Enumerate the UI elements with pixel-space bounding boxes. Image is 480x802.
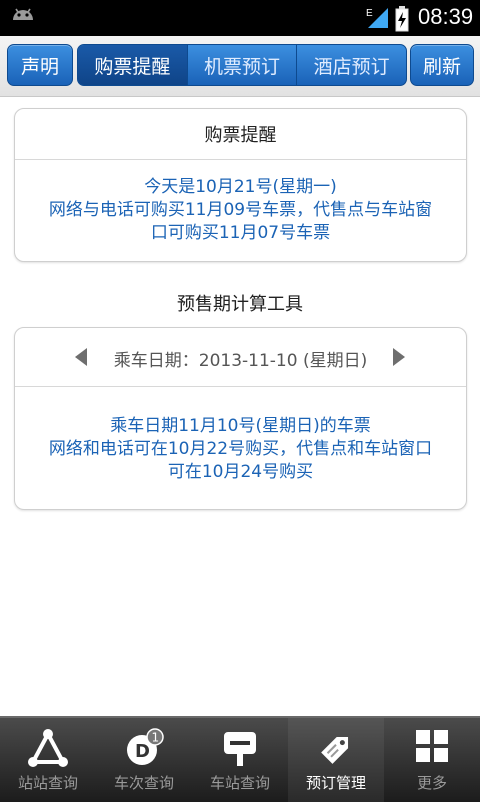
tab-ticket-reminder[interactable]: 购票提醒 xyxy=(78,45,187,85)
top-toolbar: 声明 购票提醒 机票预订 酒店预订 刷新 xyxy=(0,36,480,97)
nav-label: 车次查询 xyxy=(113,774,174,792)
route-triangle-icon xyxy=(28,729,68,767)
bottom-nav: 站站查询 D 1 车次查询 车站查询 预订管理 更多 xyxy=(0,716,480,802)
nav-label: 预订管理 xyxy=(305,774,366,792)
ticket-tag-icon xyxy=(321,736,349,764)
svg-text:1: 1 xyxy=(152,731,160,745)
reminder-line-today: 今天是10月21号(星期一) xyxy=(144,177,337,197)
clock: 08:39 xyxy=(418,4,474,29)
next-date-arrow-icon[interactable] xyxy=(393,348,405,366)
train-number-icon: D 1 xyxy=(127,728,164,765)
grid-icon xyxy=(416,730,448,762)
disclaimer-button[interactable]: 声明 xyxy=(7,44,73,86)
reminder-line-online: 网络与电话可购买11月09号车票，代售点与车站窗 xyxy=(48,200,433,220)
nav-station-query[interactable]: 车站查询 xyxy=(192,718,288,802)
battery-icon xyxy=(395,6,409,32)
date-selector: 乘车日期：2013-11-10 (星期日) xyxy=(15,328,466,387)
status-bar: E 08:39 xyxy=(0,0,480,36)
reminder-card: 购票提醒 今天是10月21号(星期一) 网络与电话可购买11月09号车票，代售点… xyxy=(14,108,467,262)
calc-line-window: 可在10月24号购买 xyxy=(167,462,314,482)
svg-text:D: D xyxy=(135,741,150,762)
nav-booking-management[interactable]: 预订管理 xyxy=(288,718,384,802)
tab-flight-booking[interactable]: 机票预订 xyxy=(186,45,297,85)
nav-more[interactable]: 更多 xyxy=(384,718,480,802)
svg-text:E: E xyxy=(366,8,373,19)
nav-label: 车站查询 xyxy=(209,774,270,792)
reminder-line-window: 口可购买11月07号车票 xyxy=(150,223,331,243)
refresh-button[interactable]: 刷新 xyxy=(410,44,474,86)
calculator-title: 预售期计算工具 xyxy=(177,294,303,315)
calculator-card: 乘车日期：2013-11-10 (星期日) 乘车日期11月10号(星期日)的车票… xyxy=(14,327,467,510)
nav-label: 更多 xyxy=(416,774,447,792)
nav-label: 站站查询 xyxy=(17,774,78,792)
signal-icon: E xyxy=(366,8,388,28)
calc-line-date: 乘车日期11月10号(星期日)的车票 xyxy=(110,416,371,436)
tab-segment: 购票提醒 机票预订 酒店预订 xyxy=(77,44,407,86)
calc-line-online: 网络和电话可在10月22号购买，代售点和车站窗口 xyxy=(48,439,433,459)
nav-train-number[interactable]: D 1 车次查询 xyxy=(96,718,192,802)
reminder-card-title: 购票提醒 xyxy=(15,109,466,160)
android-icon xyxy=(13,8,33,20)
tab-hotel-booking[interactable]: 酒店预订 xyxy=(296,45,406,85)
station-sign-icon xyxy=(224,732,256,766)
nav-station-to-station[interactable]: 站站查询 xyxy=(0,718,96,802)
